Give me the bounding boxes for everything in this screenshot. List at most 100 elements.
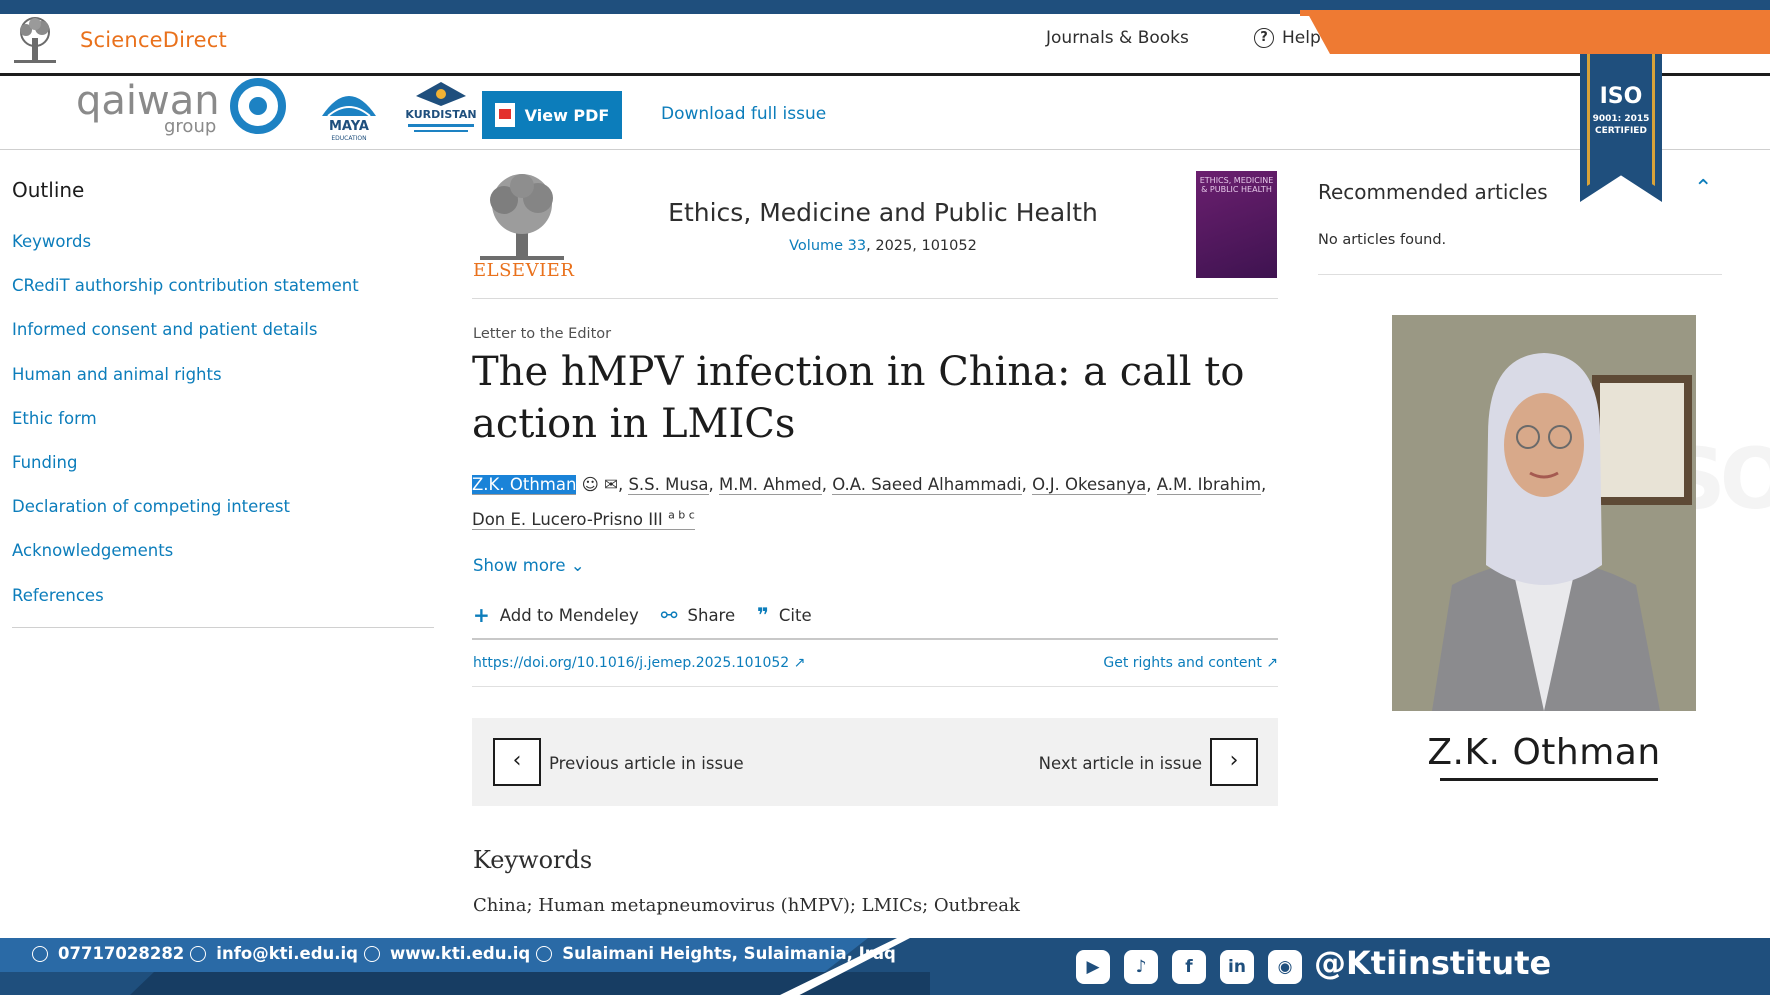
outline-list: Keywords CRediT authorship contribution …	[12, 232, 432, 630]
header-orange-banner	[1308, 14, 1770, 54]
iso-badge-title: ISO	[1599, 84, 1643, 109]
next-article-button[interactable]: ›	[1210, 738, 1258, 786]
keywords-list: China; Human metapneumovirus (hMPV); LMI…	[473, 895, 1020, 916]
social-icons: ▶ ♪ f in ◉	[1076, 950, 1302, 984]
share-icon: ⚯	[660, 603, 678, 627]
location-pin-icon	[536, 945, 553, 962]
external-link-icon: ↗	[793, 655, 806, 671]
recommended-articles-heading: Recommended articles	[1318, 180, 1548, 204]
author-profile-icon[interactable]: ☺	[582, 475, 599, 494]
social-handle[interactable]: @Ktiinstitute	[1314, 944, 1551, 982]
journal-cover-text: ETHICS, MEDICINE & PUBLIC HEALTH	[1199, 176, 1274, 194]
footer-contacts: 07717028282 info@kti.edu.iq www.kti.edu.…	[32, 944, 896, 963]
outline-item-keywords[interactable]: Keywords	[12, 232, 432, 276]
next-article-label[interactable]: Next article in issue	[960, 754, 1202, 773]
author-email-icon[interactable]: ✉	[604, 475, 618, 494]
pdf-icon	[494, 103, 515, 127]
add-to-mendeley-button[interactable]: + Add to Mendeley	[473, 603, 639, 627]
author-link-5[interactable]: O.J. Okesanya	[1032, 475, 1147, 495]
outline-item-credit-authorship[interactable]: CRediT authorship contribution statement	[12, 276, 432, 320]
iso-badge-subtitle: 9001: 2015 CERTIFIED	[1580, 113, 1662, 137]
youtube-icon[interactable]: ▶	[1076, 950, 1110, 984]
tiktok-icon[interactable]: ♪	[1124, 950, 1158, 984]
nav-help[interactable]: ? Help	[1254, 28, 1321, 48]
qaiwan-logo-subtext: group	[164, 116, 216, 137]
chevron-right-icon: ›	[1229, 748, 1239, 773]
help-icon: ?	[1254, 28, 1274, 48]
outline-item-acknowledgements[interactable]: Acknowledgements	[12, 541, 432, 585]
author-link-7[interactable]: Don E. Lucero-Prisno III a b c	[472, 508, 695, 530]
footer-address: Sulaimani Heights, Sulaimania, Iraq	[562, 944, 896, 963]
get-rights-text: Get rights and content	[1103, 655, 1262, 671]
elsevier-publisher-logo[interactable]	[472, 170, 572, 268]
article-type-label: Letter to the Editor	[473, 326, 612, 342]
facebook-icon[interactable]: f	[1172, 950, 1206, 984]
plus-icon: +	[473, 603, 490, 627]
get-rights-link[interactable]: Get rights and content ↗	[1000, 655, 1278, 671]
footer-phone[interactable]: 07717028282	[58, 944, 184, 963]
actions-divider	[472, 638, 1278, 640]
qaiwan-group-logo: qaiwan group	[76, 78, 286, 137]
kurdistan-logo-text: KURDISTAN	[405, 108, 476, 121]
doi-divider	[472, 686, 1278, 687]
author-link-1[interactable]: Z.K. Othman	[472, 475, 577, 495]
maya-logo-text: MAYA	[329, 119, 369, 134]
cite-button[interactable]: ❞ Cite	[757, 603, 811, 627]
kurdistan-logo: KURDISTAN	[405, 82, 477, 132]
footer-website[interactable]: www.kti.edu.iq	[390, 944, 530, 963]
view-pdf-label: View PDF	[524, 105, 610, 125]
article-title: The hMPV infection in China: a call to a…	[472, 349, 1245, 447]
nav-help-label: Help	[1282, 28, 1321, 48]
doi-link[interactable]: https://doi.org/10.1016/j.jemep.2025.101…	[473, 655, 805, 671]
sciencedirect-logo-text[interactable]: ScienceDirect	[80, 28, 227, 52]
author-7-name: Don E. Lucero-Prisno III	[472, 509, 663, 529]
outline-item-references[interactable]: References	[12, 586, 432, 630]
elsevier-tree-icon[interactable]	[8, 16, 62, 64]
cite-label: Cite	[778, 605, 812, 625]
previous-article-button[interactable]: ‹	[493, 738, 541, 786]
profile-name-underline	[1440, 778, 1658, 781]
journal-volume-link[interactable]: Volume 33	[789, 238, 866, 254]
author-link-6[interactable]: A.M. Ibrahim	[1156, 475, 1262, 495]
author-7-affiliations: a b c	[668, 508, 695, 521]
maya-logo-subtext: EDUCATION	[331, 135, 366, 142]
view-pdf-button[interactable]: View PDF	[482, 91, 622, 139]
journal-title-link[interactable]: Ethics, Medicine and Public Health	[600, 198, 1166, 227]
footer-email[interactable]: info@kti.edu.iq	[216, 944, 358, 963]
chevron-down-icon: ⌄	[570, 556, 585, 575]
recommended-empty-message: No articles found.	[1318, 232, 1447, 248]
author-link-2[interactable]: S.S. Musa	[628, 475, 709, 495]
outline-item-human-animal-rights[interactable]: Human and animal rights	[12, 365, 432, 409]
profile-name-caption: Z.K. Othman	[1427, 732, 1661, 773]
chevron-left-icon: ‹	[512, 748, 522, 773]
outline-heading: Outline	[12, 178, 85, 202]
outline-item-ethic-form[interactable]: Ethic form	[12, 409, 432, 453]
nav-journals-books[interactable]: Journals & Books	[1046, 28, 1189, 48]
journal-header-divider	[472, 298, 1278, 299]
keywords-heading: Keywords	[473, 846, 593, 874]
maya-education-logo: MAYA EDUCATION	[322, 96, 376, 142]
chevron-up-icon[interactable]: ⌃	[1694, 176, 1712, 201]
share-label: Share	[687, 605, 736, 625]
email-icon	[190, 945, 207, 962]
download-full-issue-link[interactable]: Download full issue	[661, 104, 826, 124]
instagram-icon[interactable]: ◉	[1268, 950, 1302, 984]
journal-volume-details: , 2025, 101052	[866, 238, 977, 254]
previous-article-label[interactable]: Previous article in issue	[549, 754, 744, 773]
external-link-icon: ↗	[1266, 655, 1278, 671]
author-portrait-photo	[1392, 315, 1696, 711]
share-button[interactable]: ⚯ Share	[661, 603, 735, 627]
author-link-3[interactable]: M.M. Ahmed	[719, 475, 822, 495]
show-more-button[interactable]: Show more ⌄	[473, 556, 585, 575]
article-actions: + Add to Mendeley ⚯ Share ❞ Cite	[473, 603, 812, 627]
outline-item-informed-consent[interactable]: Informed consent and patient details	[12, 320, 432, 364]
journal-volume-info: Volume 33, 2025, 101052	[600, 238, 1166, 254]
outline-divider	[12, 627, 434, 628]
doi-text: https://doi.org/10.1016/j.jemep.2025.101…	[473, 655, 790, 671]
iso-badge-line1: 9001: 2015	[1592, 114, 1650, 124]
linkedin-icon[interactable]: in	[1220, 950, 1254, 984]
outline-item-competing-interest[interactable]: Declaration of competing interest	[12, 497, 432, 541]
author-link-4[interactable]: O.A. Saeed Alhammadi	[832, 475, 1022, 495]
outline-item-funding[interactable]: Funding	[12, 453, 432, 497]
author-list: Z.K. Othman ☺ ✉, S.S. Musa, M.M. Ahmed, …	[472, 475, 1267, 530]
